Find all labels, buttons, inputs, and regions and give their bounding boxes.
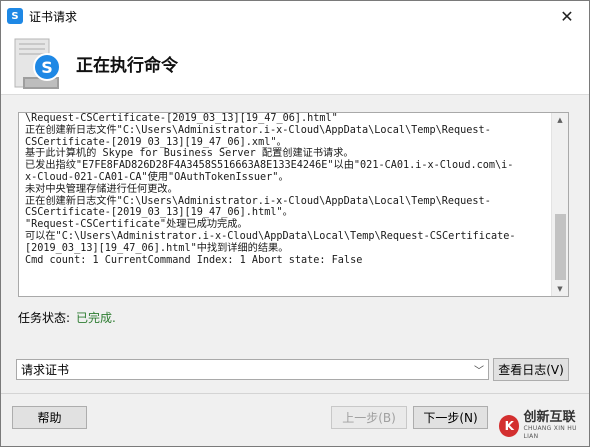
command-log-text: \Request-CSCertificate-[2019_03_13][19_4… (25, 113, 551, 296)
help-button[interactable]: 帮助 (12, 406, 87, 429)
back-button[interactable]: 上一步(B) (331, 406, 407, 429)
log-line: 基于此计算机的 Skype for Business Server 配置创建证书… (25, 148, 354, 160)
certificate-request-dialog: S 证书请求 ✕ S 正在执行命令 \Request-CSCertificate… (0, 0, 590, 447)
window-title: 证书请求 (29, 9, 78, 24)
next-button[interactable]: 下一步(N) (413, 406, 488, 429)
log-line: Cmd count: 1 CurrentCommand Index: 1 Abo… (25, 254, 363, 266)
header-band: S 正在执行命令 (1, 31, 589, 95)
task-select-dropdown[interactable]: 请求证书 ﹀ (16, 359, 489, 380)
log-line: CSCertificate-[2019_03_13][19_47_06].htm… (25, 207, 293, 219)
scroll-up-icon[interactable]: ▲ (552, 113, 568, 127)
log-line: [2019_03_13][19_47_06].html"中找到详细的结果。 (25, 242, 289, 254)
view-log-button[interactable]: 查看日志(V) (493, 358, 569, 381)
watermark-logo-icon: K (499, 415, 520, 437)
close-button[interactable]: ✕ (545, 1, 589, 31)
chevron-down-icon[interactable]: ﹀ (474, 362, 484, 377)
log-line: \Request-CSCertificate-[2019_03_13][19_4… (25, 113, 338, 124)
log-line: "Request-CSCertificate"处理已成功完成。 (25, 219, 248, 231)
watermark: K 创新互联 CHUANG XIN HU LIAN (499, 411, 589, 441)
task-select-value: 请求证书 (21, 363, 70, 377)
log-line: 未对中央管理存储进行任何更改。 (25, 183, 178, 195)
footer-divider (1, 393, 589, 394)
task-status-value: 已完成. (76, 311, 116, 325)
task-status-label: 任务状态: (18, 311, 71, 325)
log-line: 正在创建新日志文件"C:\Users\Administrator.i-x-Clo… (25, 195, 491, 207)
page-title: 正在执行命令 (76, 56, 178, 76)
task-status-row: 任务状态: 已完成. (18, 309, 116, 326)
scroll-down-icon[interactable]: ▼ (552, 282, 568, 296)
log-line: CSCertificate-[2019_03_13][19_47_06].xml… (25, 136, 287, 148)
server-skype-icon: S (14, 38, 61, 89)
log-line: 正在创建新日志文件"C:\Users\Administrator.i-x-Clo… (25, 124, 491, 136)
svg-text:S: S (41, 58, 53, 77)
command-log-box[interactable]: \Request-CSCertificate-[2019_03_13][19_4… (18, 112, 569, 297)
log-scrollbar[interactable]: ▲ ▼ (551, 113, 568, 296)
scrollbar-thumb[interactable] (555, 214, 566, 280)
log-line: 已发出指纹"E7FE8FAD826D28F4A3458S516663A8E133… (25, 160, 514, 172)
log-line: x-Cloud-021-CA01-CA"使用"OAuthTokenIssuer"… (25, 171, 289, 183)
log-line: 可以在"C:\Users\Administrator.i-x-Cloud\App… (25, 230, 516, 242)
skype-app-icon: S (7, 8, 23, 24)
watermark-subtitle: CHUANG XIN HU LIAN (523, 425, 577, 440)
watermark-name: 创新互联 (523, 410, 576, 425)
title-bar: S 证书请求 ✕ (1, 1, 589, 31)
